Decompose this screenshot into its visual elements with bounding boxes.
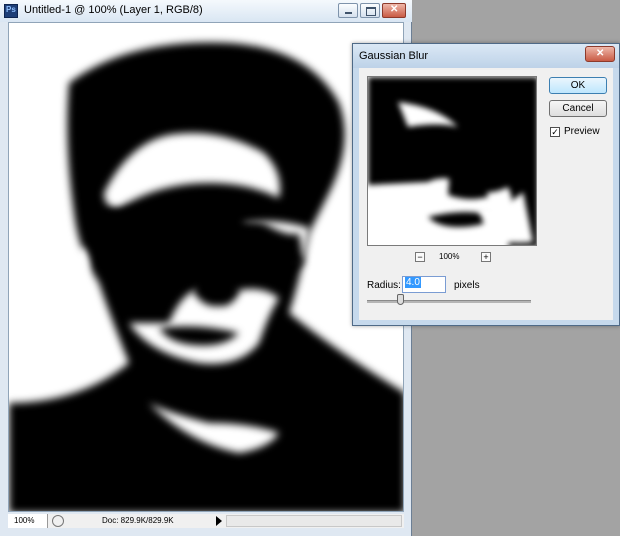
preview-zoom-out-button[interactable]: − xyxy=(415,252,425,262)
dialog-titlebar[interactable]: Gaussian Blur xyxy=(353,44,619,68)
image-canvas[interactable] xyxy=(8,22,404,512)
dialog-title: Gaussian Blur xyxy=(359,50,429,62)
radius-label: Radius: xyxy=(367,280,401,291)
filter-preview[interactable] xyxy=(367,76,537,246)
minimize-button[interactable] xyxy=(338,3,358,18)
ok-button[interactable]: OK xyxy=(549,77,607,94)
radius-slider-track[interactable] xyxy=(367,300,531,303)
preview-checkbox[interactable]: ✓ xyxy=(550,127,560,137)
zoom-level-field[interactable]: 100% xyxy=(8,514,48,528)
radius-input[interactable]: 4.0 xyxy=(402,276,446,293)
document-size-info: Doc: 829.9K/829.9K xyxy=(102,516,174,525)
gaussian-blur-dialog: Gaussian Blur − 1 xyxy=(352,43,620,326)
radius-value: 4.0 xyxy=(405,277,421,288)
preview-zoom-label: 100% xyxy=(439,252,460,261)
cancel-button[interactable]: Cancel xyxy=(549,100,607,117)
status-info-icon[interactable] xyxy=(52,515,64,527)
radius-slider-thumb[interactable] xyxy=(397,294,404,305)
dialog-close-button[interactable] xyxy=(585,46,615,62)
close-button[interactable] xyxy=(382,3,406,18)
preview-image xyxy=(368,77,536,245)
document-title: Untitled-1 @ 100% (Layer 1, RGB/8) xyxy=(24,4,203,16)
status-menu-arrow-icon[interactable] xyxy=(216,516,222,526)
document-titlebar[interactable]: Untitled-1 @ 100% (Layer 1, RGB/8) xyxy=(0,0,412,22)
preview-zoom-in-button[interactable]: + xyxy=(481,252,491,262)
radius-unit-label: pixels xyxy=(454,280,480,291)
preview-checkbox-label: Preview xyxy=(564,126,600,137)
maximize-button[interactable] xyxy=(360,3,380,18)
document-window: Untitled-1 @ 100% (Layer 1, RGB/8) xyxy=(0,0,412,536)
horizontal-scrollbar[interactable] xyxy=(226,515,402,527)
dialog-body: − 100% + OK Cancel ✓ Preview Radius: 4.0… xyxy=(359,68,613,320)
photoshop-app-icon xyxy=(4,4,18,18)
portrait-image xyxy=(9,23,403,511)
status-bar: 100% Doc: 829.9K/829.9K xyxy=(8,514,404,528)
